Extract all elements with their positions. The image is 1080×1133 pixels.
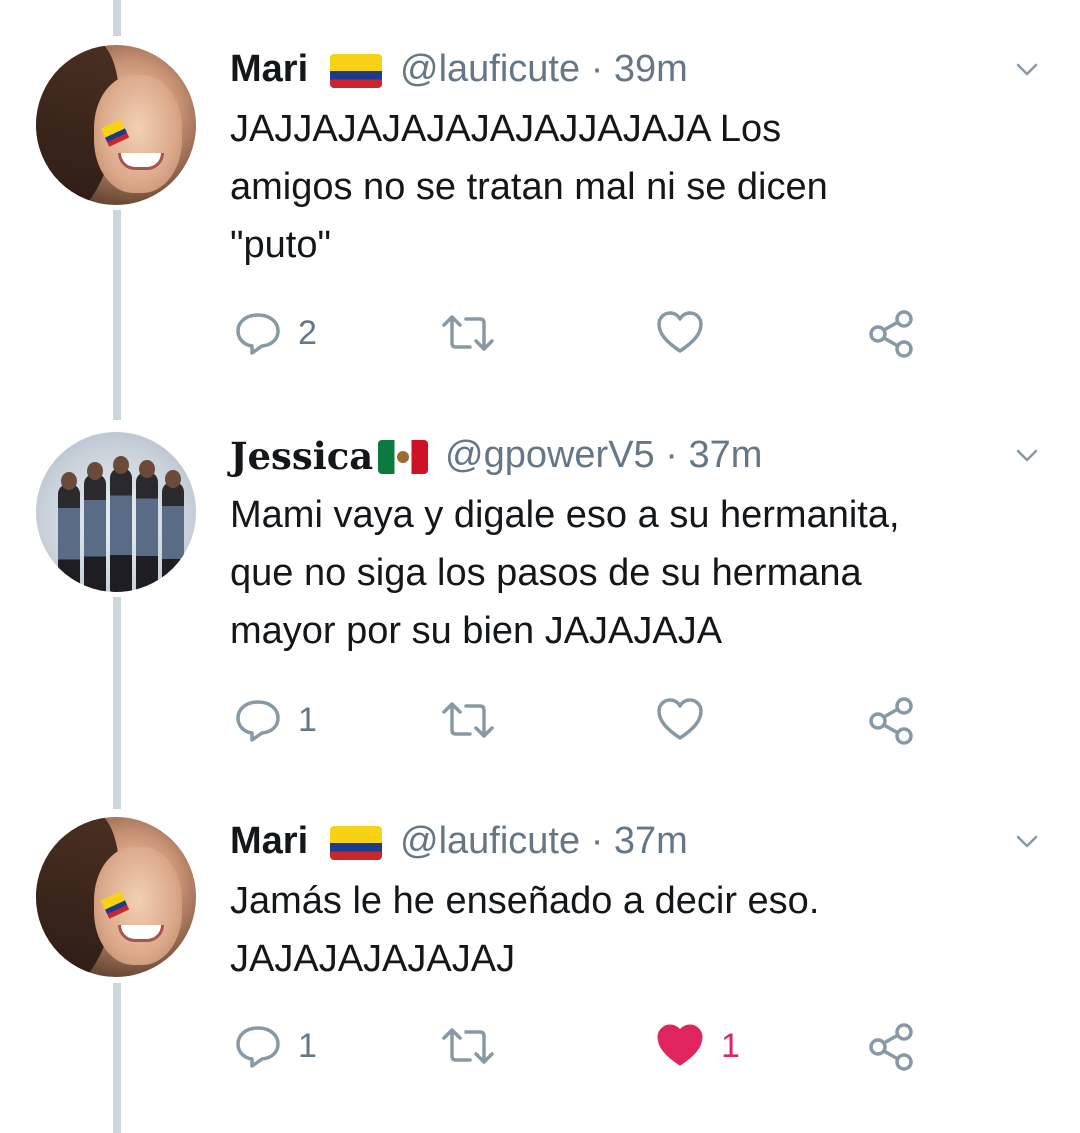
- share-icon: [869, 1023, 913, 1071]
- colombia-flag-icon: [330, 826, 382, 860]
- share-button[interactable]: [866, 1022, 916, 1072]
- avatar[interactable]: [36, 817, 196, 977]
- timestamp[interactable]: 37m: [614, 820, 688, 862]
- reply-button[interactable]: 1: [234, 1022, 317, 1070]
- user-handle[interactable]: @lauficute: [400, 820, 580, 862]
- display-name[interactable]: Mari: [230, 820, 308, 863]
- like-count: 1: [721, 1026, 740, 1065]
- like-button[interactable]: 1: [655, 1022, 740, 1070]
- reply-icon: [236, 1026, 280, 1068]
- tweet-meta: @lauficute · 37m: [400, 820, 688, 863]
- retweet-button[interactable]: [440, 1022, 496, 1070]
- tweet-text: Jamás le he enseñado a decir eso. JAJAJA…: [230, 872, 1030, 988]
- chevron-down-icon[interactable]: [1016, 830, 1038, 852]
- tweet[interactable]: Mari @lauficute · 37m Jamás le he enseña…: [0, 0, 1080, 1133]
- reply-count: 1: [298, 1026, 317, 1065]
- separator: ·: [590, 820, 604, 862]
- tweet-text-line: Jamás le he enseñado a decir eso.: [230, 880, 820, 922]
- tweet-text-line: JAJAJAJAJAJAJ: [230, 938, 516, 980]
- retweet-icon: [442, 1028, 494, 1064]
- like-icon: [657, 1024, 703, 1066]
- tweet-actions: 1 1: [0, 1018, 1080, 1078]
